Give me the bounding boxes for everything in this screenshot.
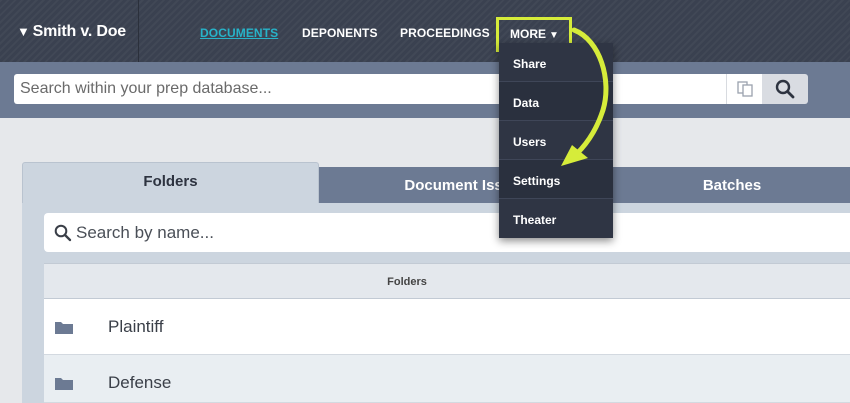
case-title[interactable]: ▼ Smith v. Doe (17, 23, 126, 41)
tab-strip: Folders Document Issues Batches (22, 162, 850, 203)
folder-row-plaintiff[interactable]: Plaintiff (44, 299, 850, 355)
menu-item-users[interactable]: Users (499, 121, 613, 160)
folder-search-input[interactable] (76, 213, 846, 252)
more-label: MORE (510, 27, 546, 41)
menu-item-settings[interactable]: Settings (499, 160, 613, 199)
folder-row-defense[interactable]: Defense (44, 355, 850, 403)
tab-batches[interactable]: Batches (614, 167, 850, 203)
folders-panel: Folders Plaintiff Defense (22, 203, 850, 403)
search-button[interactable] (762, 74, 808, 104)
folder-name: Defense (108, 373, 172, 392)
menu-item-theater[interactable]: Theater (499, 199, 613, 238)
folder-search-field (44, 213, 850, 252)
nav-proceedings[interactable]: PROCEEDINGS (400, 26, 490, 40)
nav-documents[interactable]: DOCUMENTS (200, 26, 278, 40)
folder-icon (55, 322, 73, 334)
search-icon (775, 79, 795, 99)
copy-icon (736, 81, 753, 97)
case-title-label: Smith v. Doe (32, 23, 127, 40)
search-icon (54, 224, 72, 242)
search-field (14, 74, 726, 104)
menu-item-share[interactable]: Share (499, 43, 613, 82)
top-nav-bar: ▼ Smith v. Doe DOCUMENTS DEPONENTS PROCEE… (0, 0, 850, 62)
prep-database-search-input[interactable] (20, 74, 720, 104)
case-dropdown-icon: ▼ (17, 24, 30, 39)
search-band (0, 62, 850, 118)
caret-down-icon: ▼ (549, 30, 559, 41)
copy-button[interactable] (726, 74, 762, 104)
more-dropdown-menu: Share Data Users Settings Theater (499, 43, 613, 238)
folders-column-header[interactable]: Folders (44, 263, 850, 299)
tab-folders[interactable]: Folders (22, 162, 319, 203)
folder-name: Plaintiff (108, 317, 164, 336)
case-selector[interactable]: ▼ Smith v. Doe (0, 0, 139, 62)
nav-deponents[interactable]: DEPONENTS (302, 26, 378, 40)
menu-item-data[interactable]: Data (499, 82, 613, 121)
folder-icon (55, 378, 73, 390)
